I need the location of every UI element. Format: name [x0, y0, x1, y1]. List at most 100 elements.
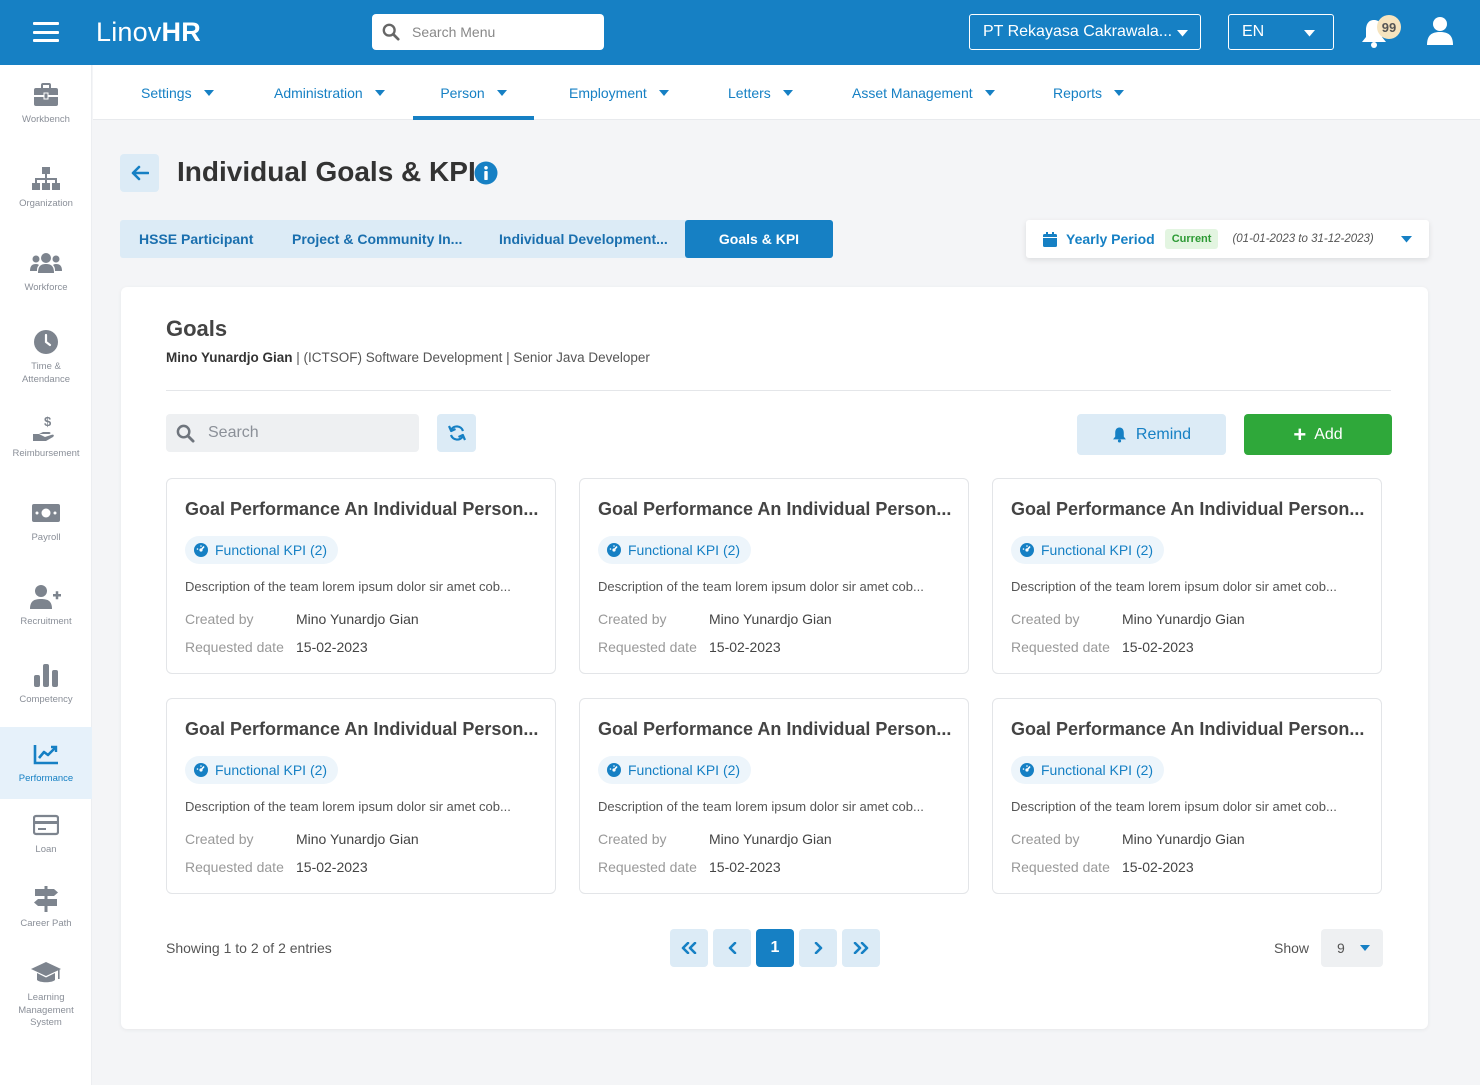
goals-panel: Goals Mino Yunardjo Gian | (ICTSOF) Soft…: [121, 287, 1428, 1029]
sidebar-item-performance[interactable]: Performance: [0, 727, 92, 799]
requested-date-value: 15-02-2023: [1122, 859, 1194, 875]
page-title: Individual Goals & KPI: [177, 156, 476, 187]
period-status-badge: Current: [1164, 229, 1219, 249]
kpi-tag[interactable]: Functional KPI (2): [1011, 756, 1165, 784]
created-by-value: Mino Yunardjo Gian: [709, 831, 832, 847]
refresh-button[interactable]: [437, 414, 476, 452]
kpi-label: Functional KPI (2): [628, 762, 741, 778]
sidebar-item-label: Recruitment: [20, 616, 72, 627]
menu-letters[interactable]: Letters: [728, 65, 793, 120]
tab-individual-development[interactable]: Individual Development...: [499, 220, 668, 258]
sidebar-item-label: Time & Attendance: [21, 361, 71, 385]
next-page-button[interactable]: [799, 929, 837, 967]
plus-icon: +: [1293, 421, 1307, 447]
menu-asset-management[interactable]: Asset Management: [852, 65, 995, 120]
bell-icon: [1112, 427, 1126, 443]
goal-card[interactable]: Goal Performance An Individual Person...…: [992, 698, 1382, 894]
period-range: (01-01-2023 to 31-12-2023): [1232, 233, 1374, 245]
menu-person[interactable]: Person: [413, 65, 534, 120]
back-button[interactable]: [120, 154, 159, 192]
caret-down-icon: [658, 89, 669, 96]
line-chart-icon: [33, 745, 58, 765]
goal-description: Description of the team lorem ipsum dolo…: [185, 579, 511, 594]
sidebar-item-competency[interactable]: Competency: [0, 660, 92, 707]
tab-project-community[interactable]: Project & Community In...: [292, 220, 462, 258]
user-plus-icon: [30, 585, 61, 609]
gauge-icon: [1020, 543, 1034, 557]
sidebar-item-recruitment[interactable]: Recruitment: [0, 582, 92, 629]
goals-search-input[interactable]: [208, 424, 408, 442]
language-select[interactable]: EN: [1228, 14, 1334, 50]
hamburger-menu-icon[interactable]: [33, 22, 59, 42]
sidebar-item-career-path[interactable]: Career Path: [0, 884, 92, 931]
first-page-button[interactable]: [670, 929, 708, 967]
sidebar-item-workforce[interactable]: Workforce: [0, 248, 92, 295]
kpi-tag[interactable]: Functional KPI (2): [1011, 536, 1165, 564]
kpi-tag[interactable]: Functional KPI (2): [185, 756, 339, 784]
tab-goals-kpi[interactable]: Goals & KPI: [685, 220, 833, 258]
gauge-icon: [194, 763, 208, 777]
sidebar-item-workbench[interactable]: Workbench: [0, 80, 92, 127]
caret-down-icon: [1177, 30, 1188, 37]
page-button[interactable]: 1: [756, 929, 794, 967]
sidebar-item-reimbursement[interactable]: $ Reimbursement: [0, 414, 92, 461]
created-by-label: Created by: [185, 611, 254, 627]
info-icon[interactable]: [474, 161, 498, 185]
goal-card[interactable]: Goal Performance An Individual Person...…: [166, 478, 556, 674]
app-logo[interactable]: LinovHR: [96, 17, 201, 48]
menu-administration[interactable]: Administration: [274, 65, 385, 120]
menu-settings[interactable]: Settings: [141, 65, 214, 120]
kpi-tag[interactable]: Functional KPI (2): [185, 536, 339, 564]
menu-employment[interactable]: Employment: [569, 65, 669, 120]
sidebar-item-label: Workforce: [24, 282, 68, 293]
signpost-icon: [34, 886, 58, 912]
page-size-select[interactable]: 9: [1321, 929, 1383, 967]
page-size-value: 9: [1337, 940, 1345, 956]
section-title: Goals: [166, 316, 228, 341]
double-chevron-right-icon: [853, 942, 869, 954]
sidebar-item-label: Reimbursement: [12, 448, 80, 459]
goal-description: Description of the team lorem ipsum dolo…: [1011, 579, 1337, 594]
created-by-value: Mino Yunardjo Gian: [709, 611, 832, 627]
goal-card[interactable]: Goal Performance An Individual Person...…: [166, 698, 556, 894]
kpi-tag[interactable]: Functional KPI (2): [598, 756, 752, 784]
menu-search: [372, 14, 604, 50]
goal-title: Goal Performance An Individual Person...: [1011, 499, 1365, 519]
menu-search-input[interactable]: [412, 24, 582, 40]
sidebar-item-lms[interactable]: Learning Management System: [0, 958, 92, 1030]
caret-down-icon: [782, 89, 793, 96]
search-icon: [382, 23, 400, 41]
gauge-icon: [194, 543, 208, 557]
period-select[interactable]: Yearly Period Current (01-01-2023 to 31-…: [1026, 220, 1429, 258]
remind-button[interactable]: Remind: [1077, 414, 1226, 455]
created-by-label: Created by: [598, 611, 667, 627]
sidebar-item-organization[interactable]: Organization: [0, 164, 92, 211]
company-select[interactable]: PT Rekayasa Cakrawala...: [969, 14, 1201, 50]
last-page-button[interactable]: [842, 929, 880, 967]
bar-chart-icon: [34, 664, 58, 687]
money-icon: [32, 504, 60, 522]
menu-label: Settings: [141, 84, 192, 101]
sidebar-item-time-attendance[interactable]: Time & Attendance: [0, 327, 92, 386]
period-label: Yearly Period: [1066, 231, 1155, 247]
goal-card[interactable]: Goal Performance An Individual Person...…: [579, 698, 969, 894]
employee-detail: | (ICTSOF) Software Development | Senior…: [292, 350, 650, 365]
caret-down-icon: [1114, 89, 1125, 96]
sidebar-item-payroll[interactable]: Payroll: [0, 498, 92, 545]
created-by-label: Created by: [185, 831, 254, 847]
kpi-tag[interactable]: Functional KPI (2): [598, 536, 752, 564]
tab-hsse-participant[interactable]: HSSE Participant: [139, 220, 253, 258]
menu-reports[interactable]: Reports: [1053, 65, 1125, 120]
gauge-icon: [1020, 763, 1034, 777]
created-by-value: Mino Yunardjo Gian: [1122, 831, 1245, 847]
previous-page-button[interactable]: [713, 929, 751, 967]
requested-date-label: Requested date: [598, 859, 697, 875]
user-profile-icon[interactable]: [1426, 16, 1454, 46]
goal-title: Goal Performance An Individual Person...: [598, 499, 952, 519]
sidebar-item-loan[interactable]: Loan: [0, 810, 92, 857]
created-by-value: Mino Yunardjo Gian: [296, 611, 419, 627]
add-goal-button[interactable]: + Add: [1244, 414, 1392, 455]
goal-card[interactable]: Goal Performance An Individual Person...…: [579, 478, 969, 674]
caret-down-icon: [374, 89, 385, 96]
goal-card[interactable]: Goal Performance An Individual Person...…: [992, 478, 1382, 674]
